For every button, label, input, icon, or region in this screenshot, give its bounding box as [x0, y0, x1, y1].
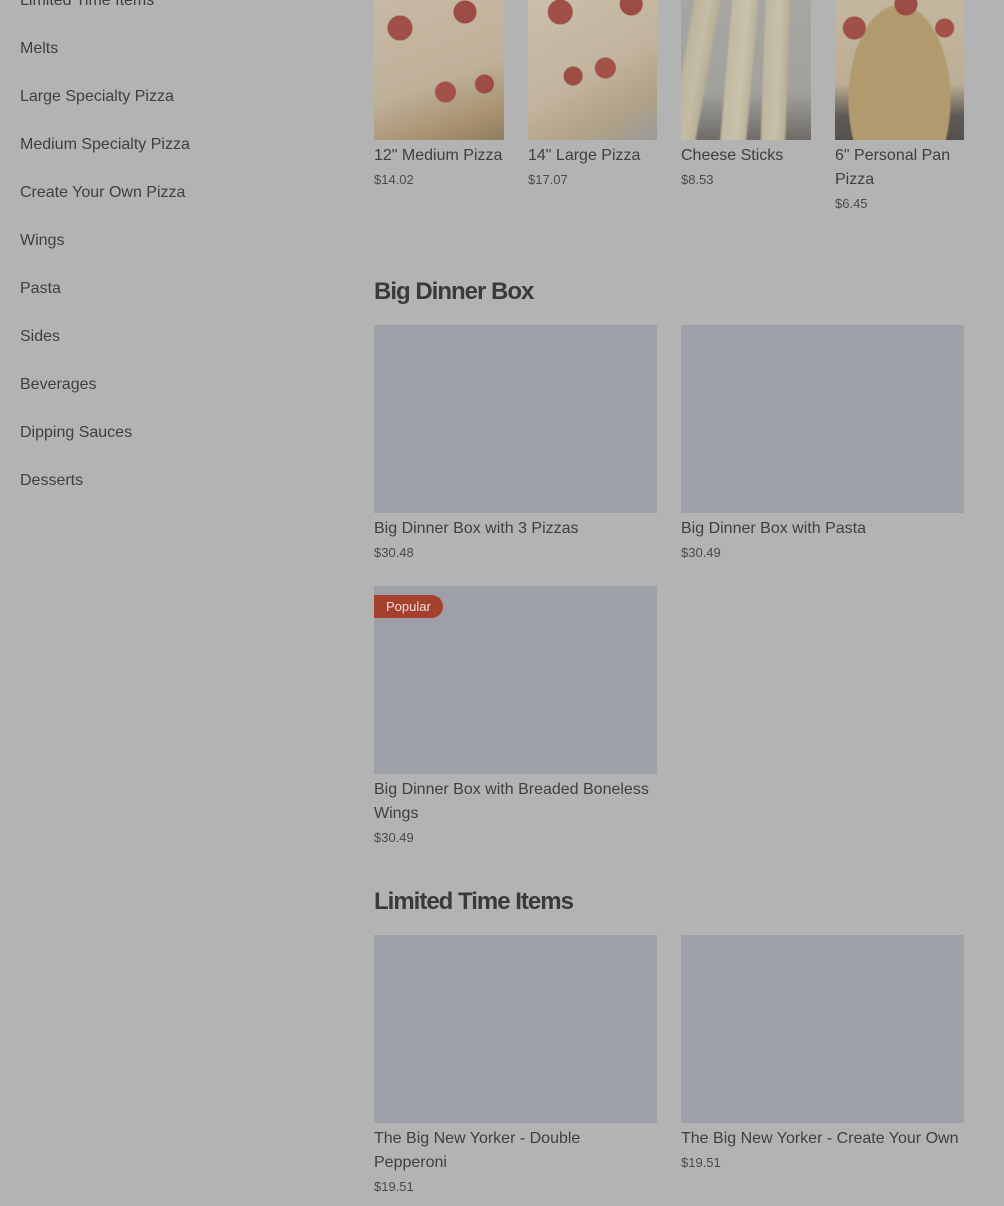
menu-page: Limited Time Items Melts Large Specialty…: [0, 0, 1004, 1206]
product-name: The Big New Yorker - Create Your Own: [681, 1130, 959, 1147]
product-card[interactable]: Popular Big Dinner Box with Breaded Bone…: [374, 586, 657, 846]
product-name: Big Dinner Box with Pasta: [681, 520, 866, 537]
product-price: $19.51: [681, 1155, 721, 1170]
sidebar-item-pasta[interactable]: Pasta: [20, 265, 320, 313]
sidebar-item-melts[interactable]: Melts: [20, 25, 320, 73]
pizza-image: [374, 0, 504, 140]
popular-badge: Popular: [374, 595, 443, 618]
product-price: $30.48: [374, 545, 414, 560]
product-name: Big Dinner Box with Breaded Boneless Win…: [374, 781, 649, 822]
sidebar-item-sides[interactable]: Sides: [20, 313, 320, 361]
product-name: 6" Personal Pan Pizza: [835, 147, 951, 188]
product-name: 12" Medium Pizza: [374, 147, 503, 164]
product-card[interactable]: The Big New Yorker - Create Your Own $19…: [681, 935, 964, 1171]
section-title-limited-time-items: Limited Time Items: [374, 888, 574, 915]
sidebar-item-desserts[interactable]: Desserts: [20, 457, 320, 505]
cheese-sticks-image: [681, 0, 811, 140]
product-price: $30.49: [681, 545, 721, 560]
sidebar-item-create-your-own-pizza[interactable]: Create Your Own Pizza: [20, 169, 320, 217]
product-card[interactable]: 12" Medium Pizza $14.02: [374, 0, 504, 188]
section-title-big-dinner-box: Big Dinner Box: [374, 278, 534, 305]
product-price: $30.49: [374, 830, 414, 845]
product-price: $8.53: [681, 172, 714, 187]
product-price: $14.02: [374, 172, 414, 187]
sidebar-item-beverages[interactable]: Beverages: [20, 361, 320, 409]
product-price: $6.45: [835, 196, 868, 211]
sidebar-item-wings[interactable]: Wings: [20, 217, 320, 265]
product-price: $19.51: [374, 1179, 414, 1194]
product-name: 14" Large Pizza: [528, 147, 641, 164]
product-name: Cheese Sticks: [681, 147, 784, 164]
product-image-placeholder: [681, 325, 964, 513]
pizza-image: [835, 0, 964, 140]
product-name: Big Dinner Box with 3 Pizzas: [374, 520, 579, 537]
product-card[interactable]: Cheese Sticks $8.53: [681, 0, 811, 188]
sidebar-item-dipping-sauces[interactable]: Dipping Sauces: [20, 409, 320, 457]
pizza-image: [528, 0, 657, 140]
product-card[interactable]: 14" Large Pizza $17.07: [528, 0, 657, 188]
product-card[interactable]: The Big New Yorker - Double Pepperoni $1…: [374, 935, 657, 1195]
sidebar-item-limited-time-items[interactable]: Limited Time Items: [20, 0, 320, 25]
product-image-placeholder: [681, 935, 964, 1123]
product-card[interactable]: Big Dinner Box with Pasta $30.49: [681, 325, 964, 561]
category-sidebar: Limited Time Items Melts Large Specialty…: [20, 0, 320, 505]
product-card[interactable]: Big Dinner Box with 3 Pizzas $30.48: [374, 325, 657, 561]
product-card[interactable]: 6" Personal Pan Pizza $6.45: [835, 0, 964, 212]
sidebar-item-large-specialty-pizza[interactable]: Large Specialty Pizza: [20, 73, 320, 121]
product-price: $17.07: [528, 172, 568, 187]
sidebar-item-medium-specialty-pizza[interactable]: Medium Specialty Pizza: [20, 121, 320, 169]
product-name: The Big New Yorker - Double Pepperoni: [374, 1130, 581, 1171]
product-image-placeholder: Popular: [374, 586, 657, 774]
product-image-placeholder: [374, 935, 657, 1123]
product-image-placeholder: [374, 325, 657, 513]
